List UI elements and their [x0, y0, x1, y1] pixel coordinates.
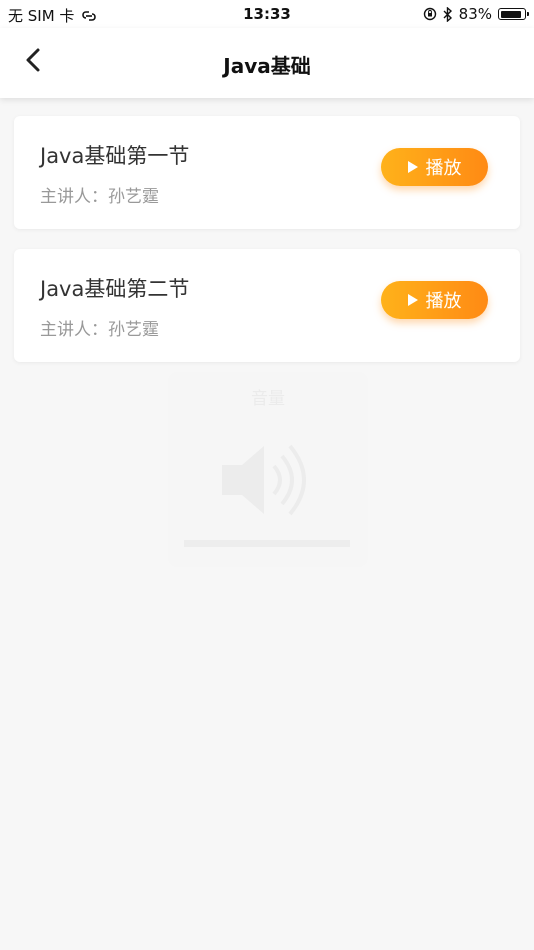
play-icon — [407, 294, 418, 306]
lesson-title: Java基础第一节 — [40, 144, 190, 168]
status-right: 83% — [423, 5, 529, 23]
battery-icon — [498, 8, 529, 20]
speaker-icon — [222, 444, 306, 516]
navigation-bar: Java基础 — [0, 28, 534, 98]
lesson-list: Java基础第一节 主讲人：孙艺霆 播放 Java基础第二节 主讲人：孙艺霆 播… — [14, 116, 520, 382]
lesson-card: Java基础第二节 主讲人：孙艺霆 播放 — [14, 249, 520, 362]
play-button[interactable]: 播放 — [381, 148, 488, 186]
play-button[interactable]: 播放 — [381, 281, 488, 319]
lesson-title: Java基础第二节 — [40, 277, 190, 301]
volume-hud: 音量 — [168, 372, 368, 567]
lesson-speaker: 主讲人：孙艺霆 — [40, 320, 159, 340]
lesson-card: Java基础第一节 主讲人：孙艺霆 播放 — [14, 116, 520, 229]
orientation-lock-icon — [423, 7, 436, 21]
play-button-label: 播放 — [425, 291, 462, 312]
battery-percent: 83% — [458, 5, 492, 23]
lesson-speaker: 主讲人：孙艺霆 — [40, 187, 159, 207]
play-icon — [407, 161, 418, 173]
volume-hud-label: 音量 — [251, 389, 285, 409]
page-title: Java基础 — [223, 54, 311, 78]
bluetooth-icon — [443, 6, 452, 22]
volume-level-bar — [184, 540, 350, 547]
status-bar: 无 SIM 卡 13:33 83% — [0, 0, 534, 28]
play-button-label: 播放 — [425, 158, 462, 179]
